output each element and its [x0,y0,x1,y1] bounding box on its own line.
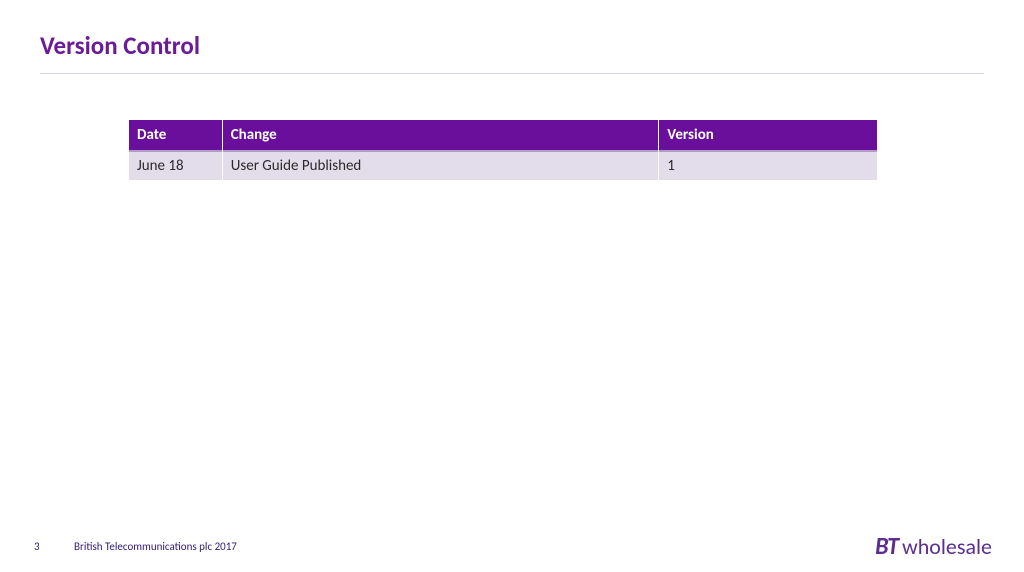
col-header-change: Change [223,120,659,152]
table-header-row: Date Change Version [129,120,877,152]
col-header-version: Version [659,120,877,152]
logo-wholesale-text: wholesale [902,533,992,560]
slide: Version Control Date Change Version June… [0,0,1024,572]
col-header-date: Date [129,120,222,152]
table-row: June 18 User Guide Published 1 [129,152,877,180]
cell-date: June 18 [129,152,222,180]
bt-wholesale-logo: BT wholesale [875,532,992,561]
logo-bt-text: BT [875,532,898,561]
page-title: Version Control [0,0,1024,73]
page-number: 3 [34,540,74,553]
cell-change: User Guide Published [223,152,659,180]
cell-version: 1 [659,152,877,180]
table-container: Date Change Version June 18 User Guide P… [0,74,1024,180]
copyright-text: British Telecommunications plc 2017 [74,540,237,553]
footer: 3 British Telecommunications plc 2017 BT… [0,520,1024,572]
version-control-table: Date Change Version June 18 User Guide P… [128,120,878,180]
